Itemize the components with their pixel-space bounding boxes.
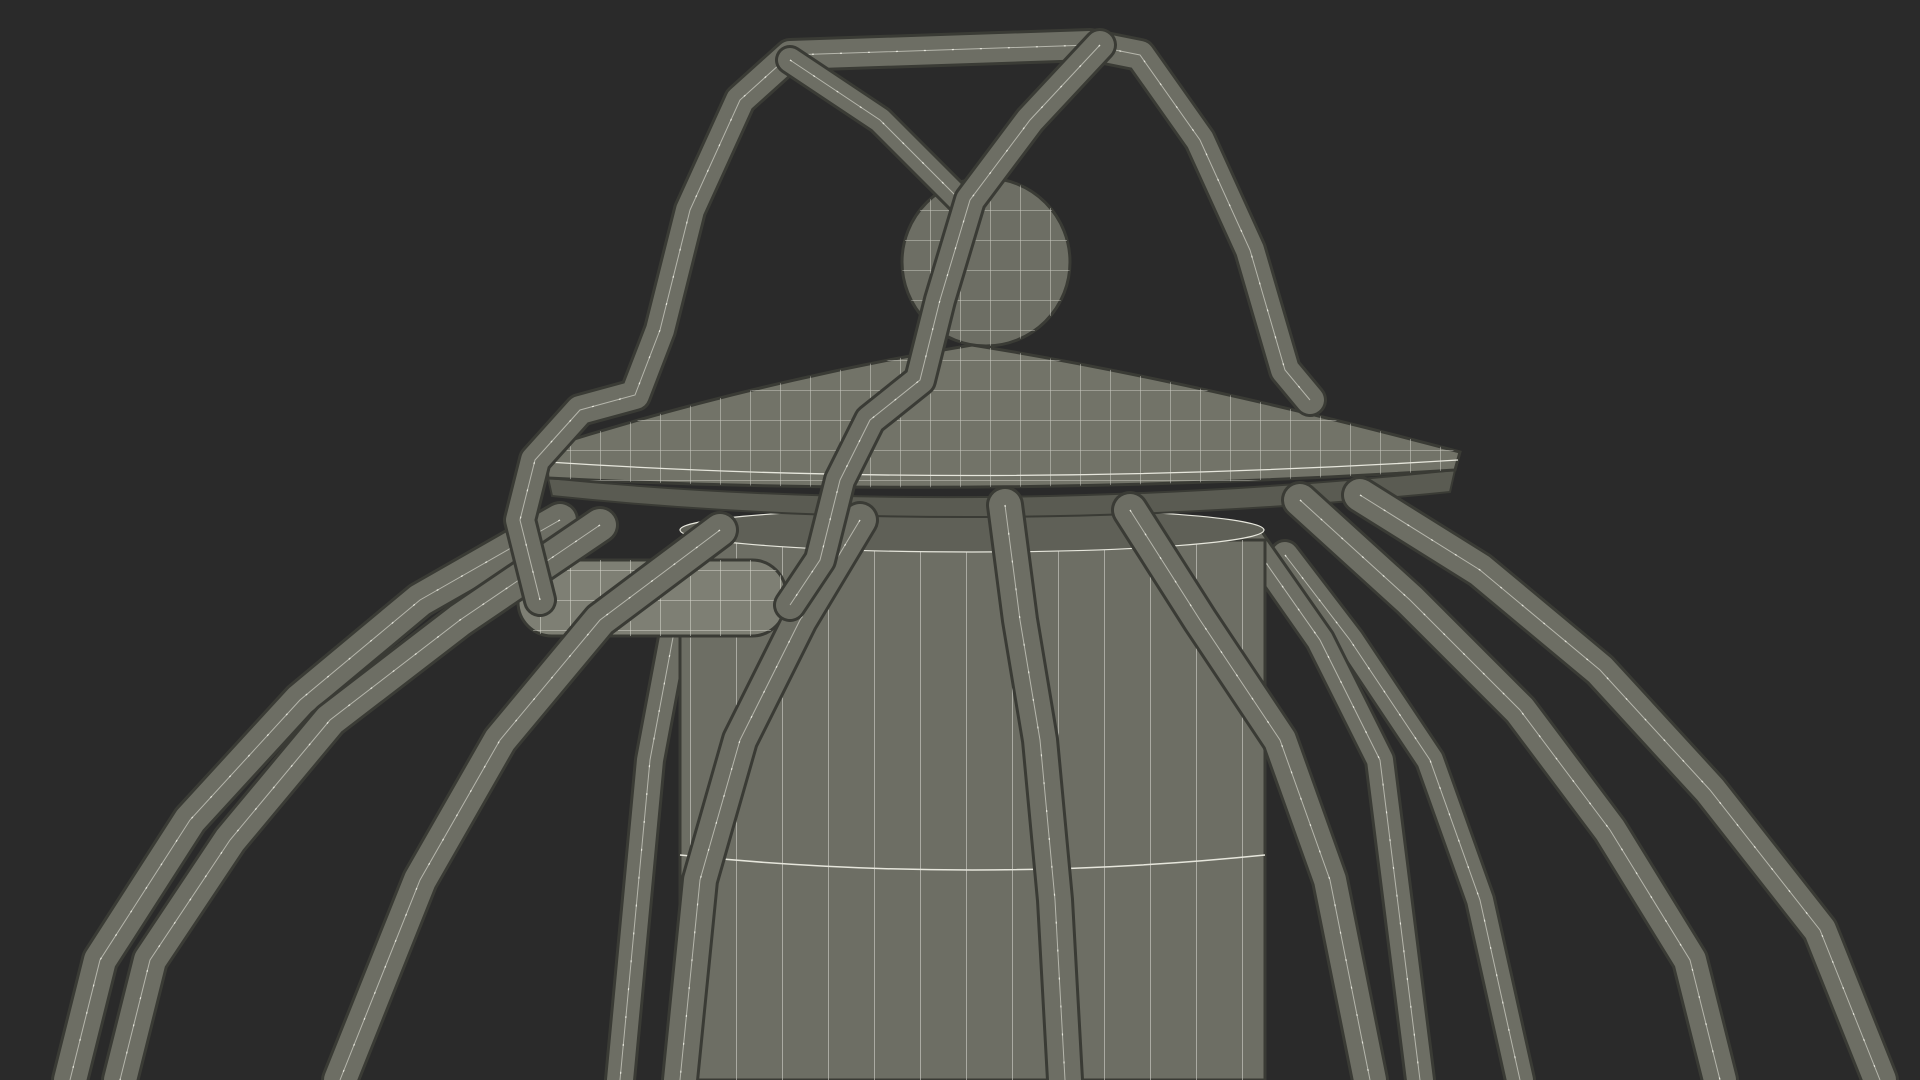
render-viewport xyxy=(0,0,1920,1080)
lantern-wireframe-render xyxy=(0,0,1920,1080)
